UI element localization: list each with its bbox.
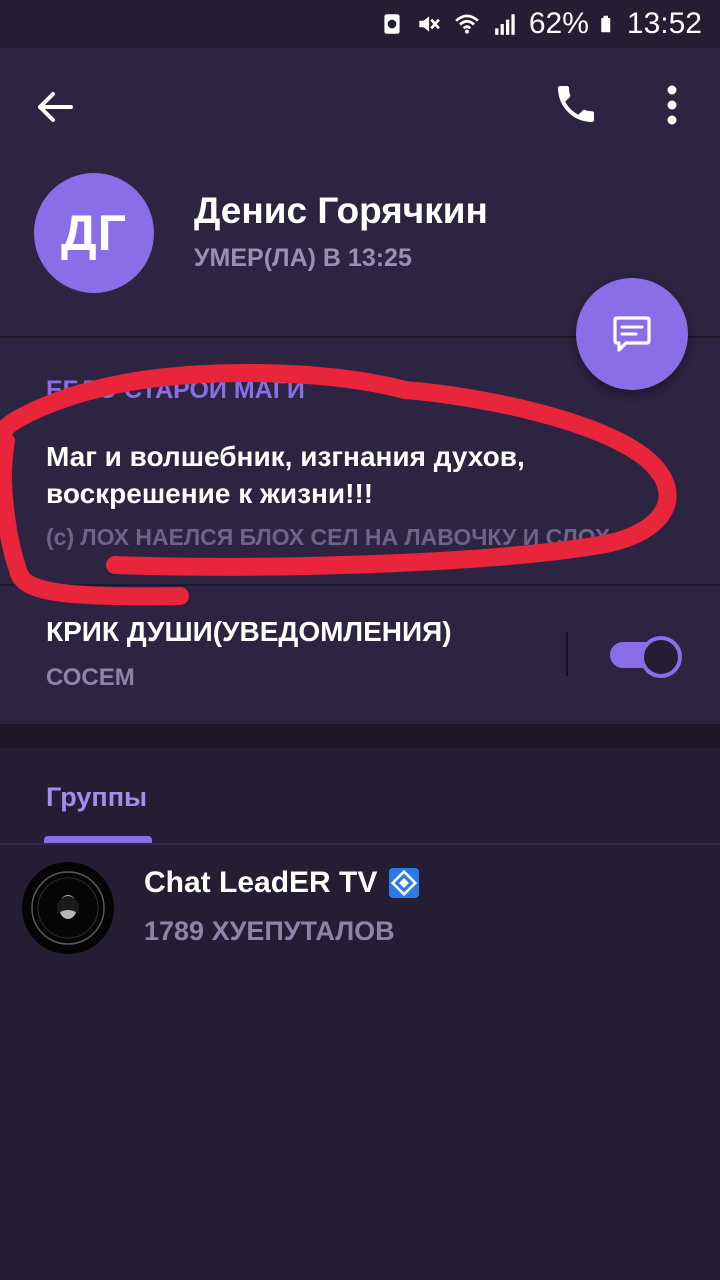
- bio-title: ЕБЛО СТАРОЙ МАГИ: [46, 376, 305, 404]
- toggle-thumb: [640, 636, 682, 678]
- message-icon: [613, 316, 651, 352]
- bio-text-line: воскрешение к жизни!!!: [46, 478, 374, 509]
- group-avatar: [22, 862, 114, 954]
- section-gap: [0, 724, 720, 748]
- recycle-icon: [384, 14, 400, 34]
- more-options-button[interactable]: [650, 80, 694, 130]
- message-fab-button[interactable]: [576, 278, 688, 390]
- avatar[interactable]: ДГ: [34, 173, 154, 293]
- verified-icon: [389, 868, 420, 898]
- call-button[interactable]: [552, 80, 602, 130]
- group-name-text: Chat LeadER TV: [144, 866, 378, 899]
- notifications-toggle[interactable]: [610, 634, 682, 678]
- status-icons: 62% 13:52: [379, 0, 702, 48]
- status-bar: 62% 13:52: [0, 0, 720, 48]
- group-avatar-image: [22, 862, 114, 954]
- clock: 13:52: [626, 7, 702, 40]
- app-bar: [0, 48, 720, 160]
- battery-icon: [601, 15, 611, 33]
- last-seen-status: УМЕР(ЛА) В 13:25: [194, 244, 412, 272]
- notifications-subtitle: СОСЕМ: [46, 664, 135, 691]
- wifi-icon: [455, 14, 479, 34]
- back-button[interactable]: [30, 82, 80, 132]
- group-member-count: 1789 ХУЕПУТАЛОВ: [144, 916, 395, 946]
- mute-icon: [419, 16, 440, 32]
- signal-icon: [495, 14, 515, 35]
- bio-text: Маг и волшебник, изгнания духов, воскреш…: [46, 438, 666, 512]
- divider: [0, 584, 720, 586]
- contact-name: Денис Горячкин: [194, 190, 488, 231]
- tab-groups[interactable]: Группы: [46, 782, 147, 813]
- back-arrow-icon: [38, 92, 73, 122]
- notifications-title[interactable]: КРИК ДУШИ(УВЕДОМЛЕНИЯ): [46, 616, 452, 648]
- divider: [0, 843, 720, 845]
- battery-percent: 62%: [528, 7, 589, 40]
- group-name: Chat LeadER TV: [144, 866, 420, 900]
- groups-section: [0, 748, 720, 1280]
- bio-text-line: Маг и волшебник, изгнания духов,: [46, 441, 525, 472]
- more-vert-icon: [667, 85, 677, 125]
- phone-icon: [558, 86, 594, 122]
- bio-subtitle: (с) ЛОХ НАЕЛСЯ БЛОХ СЕЛ НА ЛАВОЧКУ И СЛО…: [46, 524, 611, 550]
- vertical-separator: [566, 632, 568, 676]
